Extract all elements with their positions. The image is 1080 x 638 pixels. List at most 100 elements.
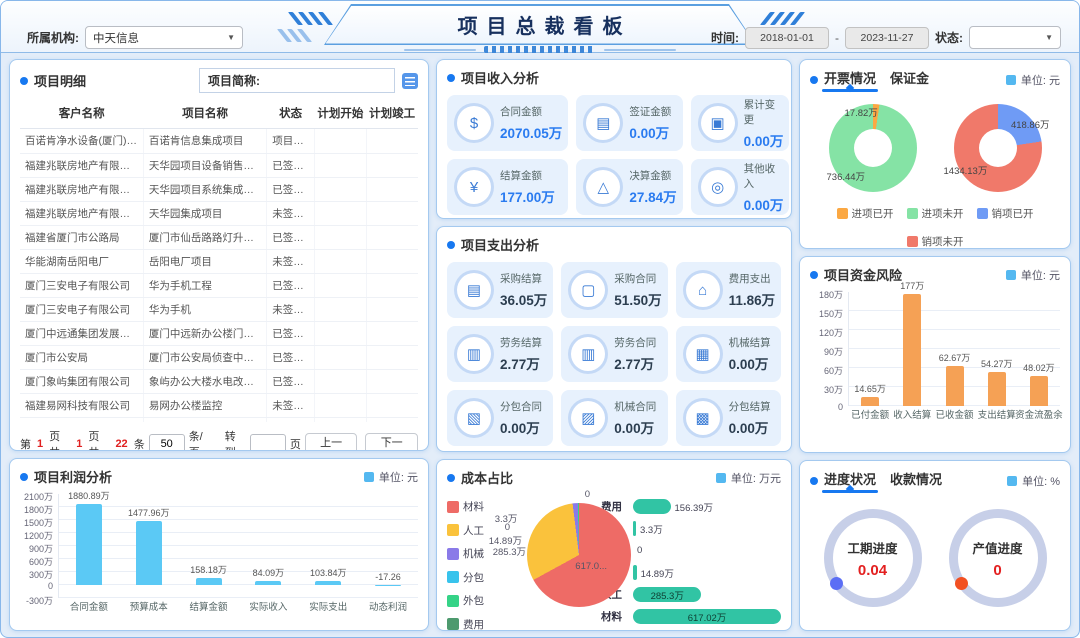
section-dot bbox=[447, 474, 455, 482]
pagination: 第 1 页共 1 页共 22 条 条/页 转到 页 上一页 下一页 bbox=[20, 428, 418, 451]
schedule-progress-gauge: 工期进度 0.04 bbox=[824, 509, 922, 607]
cost-bar-row: 费用 156.39万 bbox=[601, 499, 781, 514]
status-label: 状态: bbox=[935, 29, 963, 46]
contract-amount-card: $ 合同金额 2070.05万 bbox=[447, 95, 568, 151]
table-row[interactable]: 福建兆联房地产有限公司天华园集成项目未签合同 bbox=[20, 201, 418, 225]
bar-category-label: 支出结算 bbox=[978, 407, 1016, 421]
bar-column: 1477.96万预算成本 bbox=[119, 494, 179, 598]
legend-item: 机械 bbox=[447, 546, 489, 561]
machine-settlement-card: ▦ 机械结算 0.00万 bbox=[676, 326, 782, 382]
visa-amount-card: ▤ 签证金额 0.00万 bbox=[576, 95, 682, 151]
bar-column: 1880.89万合同金额 bbox=[59, 494, 119, 598]
table-row[interactable]: 福建兆联房地产有限公司配电项目（1x800KVA变压柜）未签合同 bbox=[20, 417, 418, 422]
legend-item: 销项未开 bbox=[907, 234, 964, 249]
cost-legend: 材料人工机械分包外包费用 bbox=[447, 491, 489, 631]
bar-value-label: 1477.96万 bbox=[128, 506, 170, 519]
header: 所属机构: 中天信息 ▼ 项目总裁看板 时间: 2018-01-01 bbox=[1, 1, 1079, 53]
table-row[interactable]: 厦门三安电子有限公司华为手机未签合同 bbox=[20, 297, 418, 321]
date-end-input[interactable]: 2023-11-27 bbox=[845, 27, 929, 49]
section-dot bbox=[20, 473, 28, 481]
date-start-input[interactable]: 2018-01-01 bbox=[745, 27, 829, 49]
goto-page-input[interactable] bbox=[250, 434, 286, 451]
card-value: 11.86万 bbox=[729, 289, 776, 309]
table-row[interactable]: 福建兆联房地产有限公司天华园项目设备销售部分已签合同 bbox=[20, 153, 418, 177]
coins-icon: ◎ bbox=[701, 170, 735, 204]
project-abbr-input[interactable] bbox=[264, 69, 394, 92]
bar-column: 103.84万实际支出 bbox=[298, 494, 358, 598]
list-icon[interactable] bbox=[402, 73, 418, 89]
final-amount-card: △ 决算金额 27.84万 bbox=[576, 159, 682, 215]
card-label: 机械合同 bbox=[614, 399, 656, 414]
card-label: 分包合同 bbox=[500, 399, 542, 414]
bar bbox=[988, 372, 1006, 406]
table-row[interactable]: 百诺肯净水设备(厦门)有限公司百诺肯信息集成项目项目在建 bbox=[20, 129, 418, 153]
bar bbox=[196, 578, 222, 585]
section-dot bbox=[447, 74, 455, 82]
labor-settlement-card: ▥ 劳务结算 2.77万 bbox=[447, 326, 553, 382]
cost-bar-row: 人工 285.3万 bbox=[601, 587, 781, 602]
tab-progress-status[interactable]: 进度状况 bbox=[824, 469, 876, 493]
legend-item: 费用 bbox=[447, 617, 489, 632]
detail-table-header: 客户名称 项目名称 状态 计划开始 计划竣工 bbox=[20, 98, 418, 129]
bar-value-label: 48.02万 bbox=[1023, 361, 1055, 374]
accumulated-change-card: ▣ 累计变更 0.00万 bbox=[691, 95, 790, 151]
table-row[interactable]: 厦门中远通集团发展有限公司厦门中远新办公楼门禁系统已签合同 bbox=[20, 321, 418, 345]
page-size-input[interactable] bbox=[149, 434, 185, 451]
main-content: 项目明细 项目简称: 客户名称 项目名称 状态 bbox=[1, 53, 1079, 637]
table-row[interactable]: 厦门象屿集团有限公司象屿办公大楼水电改造项目已签合同 bbox=[20, 369, 418, 393]
tab-deposit[interactable]: 保证金 bbox=[890, 68, 929, 92]
table-row[interactable]: 福建省厦门市公路局厦门市仙岳路路灯升级改造项目已签合同 bbox=[20, 225, 418, 249]
panel-title: 项目明细 bbox=[34, 71, 86, 90]
bar bbox=[861, 397, 879, 406]
labor-contract-card: ▥ 劳务合同 2.77万 bbox=[561, 326, 667, 382]
purchase-contract-doc-icon: ▢ bbox=[571, 273, 605, 307]
card-value: 36.05万 bbox=[500, 289, 547, 309]
status-select[interactable]: ▼ bbox=[969, 26, 1061, 49]
change-blocks-icon: ▣ bbox=[701, 106, 735, 140]
next-page-button[interactable]: 下一页 bbox=[365, 433, 418, 451]
table-row[interactable]: 华能湖南岳阳电厂岳阳电厂项目未签合同 bbox=[20, 249, 418, 273]
tab-invoice-status[interactable]: 开票情况 bbox=[824, 68, 876, 92]
bar bbox=[255, 581, 281, 585]
tab-collection-status[interactable]: 收款情况 bbox=[890, 469, 942, 493]
other-income-card: ◎ 其他收入 0.00万 bbox=[691, 159, 790, 215]
cost-bar-value: 617.02万 bbox=[688, 610, 727, 624]
bar-value-label: 177万 bbox=[900, 279, 924, 292]
machine-contract-doc-icon: ▨ bbox=[571, 401, 605, 435]
card-label: 分包结算 bbox=[729, 399, 771, 414]
legend-item: 进项已开 bbox=[837, 206, 894, 221]
card-value: 2.77万 bbox=[500, 353, 542, 373]
deco-stripes-left-faded bbox=[282, 29, 307, 42]
current-page: 1 bbox=[35, 438, 45, 450]
panel-title: 项目利润分析 bbox=[34, 467, 112, 486]
pie-label-labor: 285.3万 bbox=[493, 544, 526, 558]
panel-title: 项目资金风险 bbox=[824, 265, 902, 284]
profit-bar-chart: 2100万1800万1500万1200万900万600万300万0-300万 1… bbox=[20, 494, 418, 614]
unit-badge: 单位: 元 bbox=[364, 469, 418, 485]
project-detail-panel: 项目明细 项目简称: 客户名称 项目名称 状态 bbox=[9, 59, 429, 451]
panel-title: 成本占比 bbox=[461, 468, 513, 487]
unit-badge: 单位: % bbox=[1007, 473, 1060, 489]
unit-badge: 单位: 万元 bbox=[716, 470, 781, 486]
output-progress-gauge: 产值进度 0 bbox=[949, 509, 1047, 607]
table-row[interactable]: 厦门市公安局厦门市公安局侦查中心办公设...已签合同 bbox=[20, 345, 418, 369]
legend-swatch-icon bbox=[447, 571, 459, 583]
cost-bar-value: 285.3万 bbox=[651, 588, 684, 602]
total-pages: 1 bbox=[74, 438, 84, 450]
deco-stripes-left bbox=[293, 12, 328, 25]
legend-swatch-icon bbox=[447, 524, 459, 536]
subcontract-settlement-card: ▩ 分包结算 0.00万 bbox=[676, 390, 782, 446]
legend-swatch-icon bbox=[447, 618, 459, 630]
bar-value-label: -17.26 bbox=[375, 572, 401, 582]
card-label: 劳务合同 bbox=[614, 335, 656, 350]
chevron-down-icon: ▼ bbox=[1045, 33, 1053, 42]
subcontract-contract-card: ▧ 分包合同 0.00万 bbox=[447, 390, 553, 446]
table-row[interactable]: 厦门三安电子有限公司华为手机工程已签合同 bbox=[20, 273, 418, 297]
card-label: 合同金额 bbox=[500, 104, 562, 119]
legend-item: 销项已开 bbox=[977, 206, 1034, 221]
table-row[interactable]: 福建易网科技有限公司易网办公楼监控未签合同 bbox=[20, 393, 418, 417]
org-select[interactable]: 中天信息 ▼ bbox=[85, 26, 243, 49]
prev-page-button[interactable]: 上一页 bbox=[305, 433, 358, 451]
project-search-box: 项目简称: bbox=[199, 68, 395, 93]
table-row[interactable]: 福建兆联房地产有限公司天华园项目系统集成部分已签合同 bbox=[20, 177, 418, 201]
